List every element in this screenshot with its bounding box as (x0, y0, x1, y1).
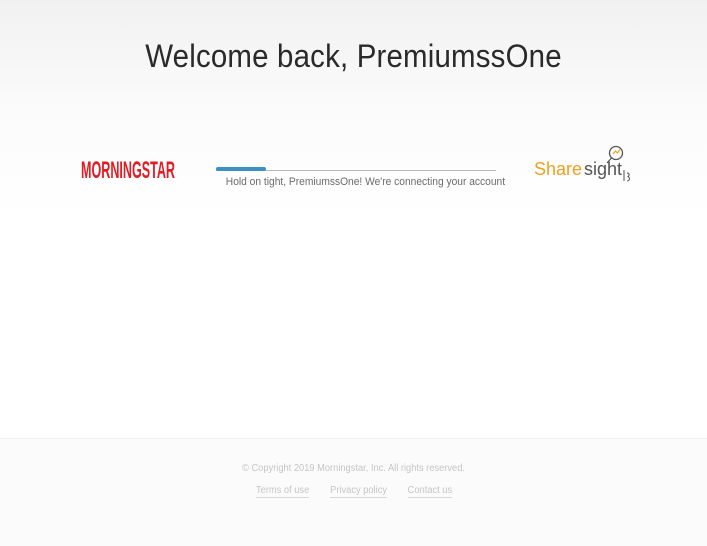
contact-us-link[interactable]: Contact us (407, 485, 452, 498)
welcome-heading: Welcome back, PremiumssOne (145, 38, 562, 74)
magnifier-icon (608, 145, 624, 161)
sharesight-logo: Share sight (533, 143, 633, 185)
sharesight-share-text: Share (534, 159, 582, 179)
footer: © Copyright 2019 Morningstar, Inc. All r… (0, 438, 707, 546)
privacy-policy-link[interactable]: Privacy policy (329, 485, 387, 498)
morningstar-logo-text: MORNINGSTAR (81, 157, 175, 182)
connecting-status-text: Hold on tight, PremiumssOne! We're conne… (225, 176, 506, 188)
page: Welcome back, PremiumssOne MORNINGSTAR H… (0, 0, 707, 546)
footer-links: Terms of use Privacy policy Contact us (0, 485, 707, 498)
morningstar-logo: MORNINGSTAR (81, 156, 177, 182)
copyright-text: © Copyright 2019 Morningstar, Inc. All r… (242, 463, 465, 474)
terms-of-use-link[interactable]: Terms of use (255, 485, 309, 498)
sharesight-sight-text: sight (584, 159, 622, 179)
progress-bar-fill (216, 167, 266, 171)
